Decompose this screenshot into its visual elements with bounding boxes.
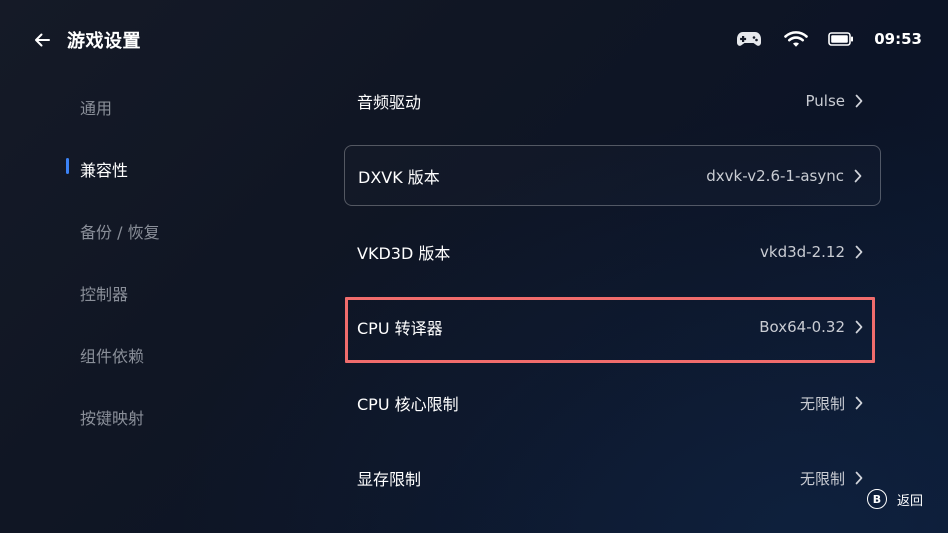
setting-label: DXVK 版本 [358,167,440,187]
setting-audio-driver[interactable]: 音频驱动 Pulse [344,71,881,131]
setting-vram-limit[interactable]: 显存限制 无限制 [344,448,881,508]
setting-dxvk-version[interactable]: DXVK 版本 dxvk-v2.6-1-async [344,145,881,206]
chevron-right-icon [855,245,863,259]
chevron-right-icon [854,169,862,183]
chevron-right-icon [855,471,863,485]
setting-vkd3d-version[interactable]: VKD3D 版本 vkd3d-2.12 [344,222,881,282]
setting-label: CPU 核心限制 [357,395,459,414]
setting-cpu-core-limit[interactable]: CPU 核心限制 无限制 [344,373,881,433]
b-button-icon: B [866,489,887,509]
sidebar-item-compatibility[interactable]: 兼容性 [80,157,128,181]
gamepad-icon [736,29,762,49]
sidebar-item-backup-restore[interactable]: 备份 / 恢复 [80,219,160,243]
back-button[interactable] [28,26,56,54]
back-hint[interactable]: B 返回 [866,489,923,509]
chevron-right-icon [855,320,863,334]
setting-value: Pulse [805,92,846,110]
sidebar-item-key-mapping[interactable]: 按键映射 [80,405,144,429]
active-nav-indicator [66,158,69,174]
setting-value: dxvk-v2.6-1-async [706,166,844,185]
sidebar-item-controller[interactable]: 控制器 [80,281,128,305]
chevron-right-icon [855,94,863,108]
battery-icon [828,32,854,46]
setting-value: 无限制 [799,469,845,488]
setting-label: 显存限制 [357,470,422,489]
setting-value: vkd3d-2.12 [760,243,845,261]
setting-value: 无限制 [799,394,845,413]
sidebar-item-general[interactable]: 通用 [80,95,112,119]
page-title: 游戏设置 [67,31,141,52]
arrow-left-icon [35,33,50,47]
setting-label: VKD3D 版本 [357,244,451,263]
setting-label: CPU 转译器 [357,319,443,338]
setting-value: Box64-0.32 [759,318,845,336]
clock: 09:53 [874,30,922,48]
chevron-right-icon [855,396,863,410]
status-bar: 09:53 [736,26,922,52]
wifi-icon [784,30,809,48]
sidebar-item-component-dependencies[interactable]: 组件依赖 [80,343,144,367]
back-hint-label: 返回 [896,493,923,509]
setting-cpu-translator[interactable]: CPU 转译器 Box64-0.32 [344,297,881,357]
setting-label: 音频驱动 [357,93,422,112]
